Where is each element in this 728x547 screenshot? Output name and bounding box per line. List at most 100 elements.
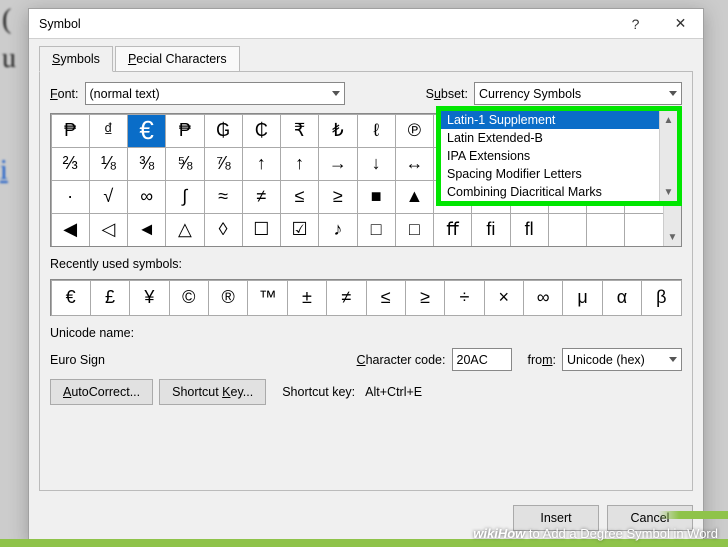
subset-value: Currency Symbols [479,87,581,101]
font-label: Font: [50,87,79,101]
symbol-cell[interactable]: ∞ [127,180,166,214]
close-icon: ✕ [675,15,687,32]
background-document-text: ( u [0,0,16,78]
symbol-cell[interactable]: △ [165,213,204,247]
shortcut-info-label: Shortcut key: [282,385,355,399]
symbol-cell[interactable]: ↑ [280,147,319,181]
symbol-cell[interactable]: ☑ [280,213,319,247]
decoration-stripe [658,511,728,519]
recent-symbol-cell[interactable]: μ [562,280,602,316]
autocorrect-button[interactable]: AutoCorrect... [50,379,153,405]
symbol-cell[interactable]: ↑ [242,147,281,181]
symbol-cell[interactable]: ⅞ [204,147,243,181]
symbol-cell[interactable]: ₱ [165,114,204,148]
symbol-cell[interactable]: ₹ [280,114,319,148]
scroll-down-icon[interactable]: ▼ [660,183,677,201]
symbol-cell[interactable]: ∫ [165,180,204,214]
scroll-up-icon[interactable]: ▲ [660,111,677,129]
tab-special-characters[interactable]: Pecial Characters [115,46,240,72]
font-select[interactable]: (normal text) [85,82,345,105]
symbol-cell[interactable]: ↓ [357,147,396,181]
symbol-cell[interactable]: ≠ [242,180,281,214]
scroll-track[interactable] [660,129,677,183]
subset-option-selected[interactable]: Latin-1 Supplement [441,111,659,129]
recent-symbol-cell[interactable]: © [169,280,209,316]
close-button[interactable]: ✕ [658,9,703,39]
tab-strip: Symbols Pecial Characters [29,39,703,71]
symbol-cell[interactable]: ℓ [357,114,396,148]
char-code-input[interactable] [452,348,512,371]
char-code-label: Character code: [357,353,446,367]
tab-symbols[interactable]: Symbols [39,46,113,72]
recent-symbol-cell[interactable]: ≤ [366,280,406,316]
symbol-cell[interactable]: ⅝ [165,147,204,181]
symbol-cell[interactable]: ☐ [242,213,281,247]
from-select[interactable]: Unicode (hex) [562,348,682,371]
symbol-cell[interactable]: ♪ [318,213,357,247]
recent-symbol-cell[interactable]: ± [287,280,327,316]
symbol-cell[interactable]: ◊ [204,213,243,247]
subset-dropdown-list: Latin-1 Supplement Latin Extended-BIPA E… [436,106,682,206]
symbol-cell[interactable]: ﬀ [433,213,472,247]
recent-symbol-cell[interactable]: α [602,280,642,316]
symbol-cell[interactable]: ₱ [51,114,90,148]
recent-symbol-cell[interactable]: β [641,280,681,316]
symbol-cell[interactable]: ⅛ [89,147,128,181]
recent-symbol-cell[interactable]: ≠ [326,280,366,316]
subset-option[interactable]: Spacing Modifier Letters [441,165,659,183]
font-value: (normal text) [90,87,160,101]
symbol-cell[interactable]: □ [395,213,434,247]
scroll-down-icon[interactable]: ▼ [664,228,681,246]
subset-select[interactable]: Currency Symbols [474,82,682,105]
recent-symbol-cell[interactable]: ™ [247,280,287,316]
symbol-cell[interactable]: ≤ [280,180,319,214]
symbol-cell[interactable]: ≥ [318,180,357,214]
symbol-cell[interactable]: ₲ [204,114,243,148]
symbol-cell[interactable]: ℗ [395,114,434,148]
shortcut-key-button[interactable]: Shortcut Key... [159,379,266,405]
dropdown-scrollbar[interactable]: ▲ ▼ [659,111,677,201]
symbol-cell[interactable]: √ [89,180,128,214]
symbol-cell[interactable] [548,213,587,247]
symbol-cell[interactable]: · [51,180,90,214]
symbol-cell[interactable]: ⅔ [51,147,90,181]
subset-label: Subset: [426,87,468,101]
subset-option[interactable]: Latin Extended-B [441,129,659,147]
symbol-cell[interactable]: ◀ [51,213,90,247]
symbols-panel: Font: (normal text) Subset: Currency Sym… [39,71,693,491]
symbol-cell[interactable]: ◁ [89,213,128,247]
symbol-cell[interactable]: ⅜ [127,147,166,181]
insert-button[interactable]: Insert [513,505,599,531]
symbol-cell[interactable]: ■ [357,180,396,214]
symbol-cell[interactable]: ﬁ [471,213,510,247]
symbol-cell[interactable]: ◄ [127,213,166,247]
recent-symbol-cell[interactable]: ÷ [444,280,484,316]
help-button[interactable]: ? [613,9,658,39]
shortcut-info-value: Alt+Ctrl+E [365,385,422,399]
symbol-cell[interactable] [624,213,663,247]
symbol-cell[interactable]: □ [357,213,396,247]
symbol-cell[interactable]: ₵ [242,114,281,148]
symbol-cell[interactable]: ↔ [395,147,434,181]
subset-option[interactable]: Combining Diacritical Marks [441,183,659,201]
recent-symbol-cell[interactable]: ≥ [405,280,445,316]
symbol-cell[interactable]: ≈ [204,180,243,214]
from-value: Unicode (hex) [567,353,645,367]
recent-symbol-cell[interactable]: ¥ [129,280,169,316]
unicode-name-value: Euro Sign [50,353,250,367]
title-bar: Symbol ? ✕ [29,9,703,39]
recent-symbol-cell[interactable]: € [51,280,91,316]
symbol-cell[interactable] [586,213,625,247]
symbol-cell[interactable]: → [318,147,357,181]
symbol-cell[interactable]: ▲ [395,180,434,214]
recent-symbol-cell[interactable]: £ [90,280,130,316]
recent-symbol-cell[interactable]: ® [208,280,248,316]
symbol-cell[interactable]: ﬂ [510,213,549,247]
symbol-cell[interactable]: ₺ [318,114,357,148]
recent-symbol-cell[interactable]: × [484,280,524,316]
recent-symbol-cell[interactable]: ∞ [523,280,563,316]
subset-option[interactable]: IPA Extensions [441,147,659,165]
symbol-cell[interactable]: € [127,114,166,148]
recent-label: Recently used symbols: [50,257,682,271]
symbol-cell[interactable]: ₫ [89,114,128,148]
